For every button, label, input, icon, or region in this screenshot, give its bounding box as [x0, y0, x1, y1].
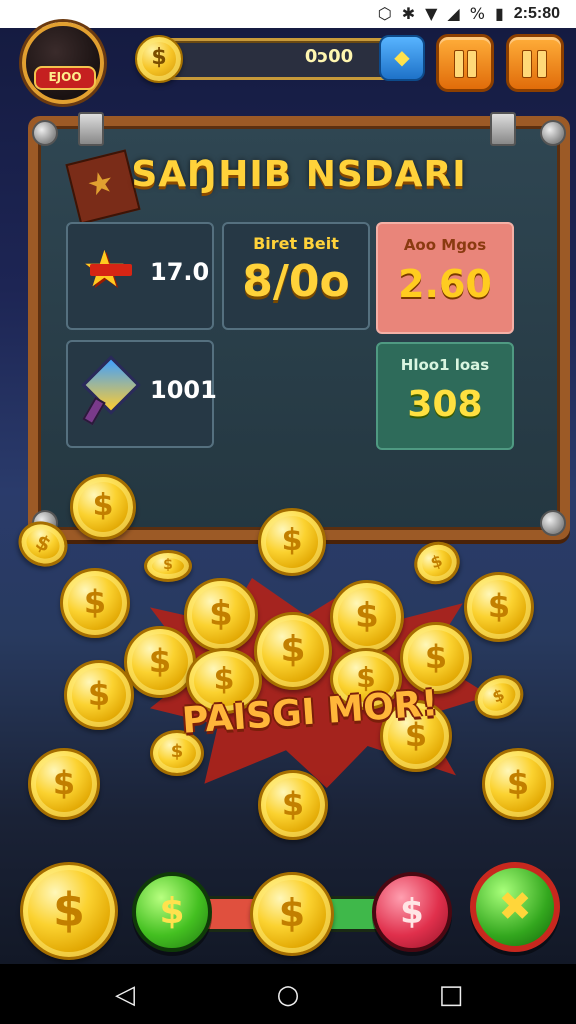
recent-apps-button[interactable]: □ — [436, 980, 466, 1010]
bet-panel: Biret Beit 8/0o — [222, 222, 370, 330]
add-coins-button[interactable]: ◆ — [379, 35, 425, 81]
pause-icon-bar — [467, 50, 477, 78]
pause-button[interactable] — [436, 34, 494, 92]
coin: $ — [124, 626, 196, 698]
winnings-label: Aoo Mgos — [403, 236, 487, 254]
close-button[interactable]: ✖ — [470, 862, 560, 952]
kite-icon — [81, 355, 141, 426]
center-coin-button[interactable]: $ — [250, 872, 334, 956]
coin: $ — [464, 572, 534, 642]
battery-text: % — [469, 4, 485, 23]
x-icon: ✖ — [498, 884, 532, 930]
coin: $ — [258, 508, 326, 576]
bonus-panel: Hloo1 loas 308 — [376, 342, 514, 450]
coin: $ — [28, 748, 100, 820]
coin-icon: $ — [135, 35, 183, 83]
board-title: SAŊHIB NSDARI — [131, 154, 467, 195]
winnings-value: 2.60 — [398, 262, 492, 306]
board-clip — [78, 112, 104, 146]
pause-icon — [454, 50, 464, 78]
bet-label: Biret Beit — [253, 234, 339, 253]
coin: $ — [60, 568, 130, 638]
fish-icon: ◆ — [394, 45, 410, 69]
bolt-icon — [540, 120, 566, 146]
coin-balance-bar: $ 0ɔ00 ◆ — [135, 35, 425, 83]
bonus-value: 308 — [407, 384, 483, 425]
coin: $ — [482, 748, 554, 820]
back-button[interactable]: ◁ — [110, 980, 140, 1010]
bolt-icon — [32, 120, 58, 146]
bolt-icon — [540, 510, 566, 536]
wifi-icon: ▼ — [425, 4, 438, 23]
board-clip — [490, 112, 516, 146]
bonus-label: Hloo1 loas — [400, 356, 490, 374]
coin: $ — [64, 660, 134, 730]
coin: $ — [467, 667, 531, 727]
coin: $ — [70, 474, 136, 540]
menu-button[interactable] — [506, 34, 564, 92]
coin: $ — [330, 580, 404, 654]
star-icon: ★ — [82, 242, 136, 296]
stars-value: 17.0 — [150, 258, 210, 286]
winnings-panel: Aoo Mgos 2.60 — [376, 222, 514, 334]
status-bar: ⬡ ✱ ▼ ◢ % ▮ 2:5:80 — [0, 0, 576, 28]
pause-icon-bar — [537, 50, 547, 78]
stars-panel: ★ 17.0 — [66, 222, 214, 330]
coin: $ — [408, 535, 466, 591]
coin: $ — [254, 612, 332, 690]
bluetooth-icon: ✱ — [401, 4, 416, 23]
coin: $ — [144, 550, 192, 582]
pause-icon — [522, 50, 532, 78]
gems-value: 1001 — [150, 376, 217, 404]
gems-panel: 1001 — [66, 340, 217, 448]
avatar-badge: EJOO — [34, 66, 96, 90]
coin: $ — [258, 770, 328, 840]
hexagon-icon: ⬡ — [377, 4, 392, 23]
clock: 2:5:80 — [513, 4, 560, 22]
coin-drop-button[interactable]: $ — [20, 862, 118, 960]
coin-amount: 0ɔ00 — [304, 46, 354, 67]
battery-icon: ▮ — [494, 4, 504, 23]
bet-value: 8/0o — [242, 256, 350, 307]
green-coin-button[interactable]: $ — [132, 872, 212, 952]
player-avatar[interactable]: EJOO — [22, 22, 104, 104]
coin: $ — [184, 578, 258, 652]
nav-bar: ◁ ○ □ — [0, 964, 576, 1024]
home-button[interactable]: ○ — [273, 980, 303, 1010]
signal-icon: ◢ — [447, 4, 460, 23]
red-coin-button[interactable]: $ — [372, 872, 452, 952]
